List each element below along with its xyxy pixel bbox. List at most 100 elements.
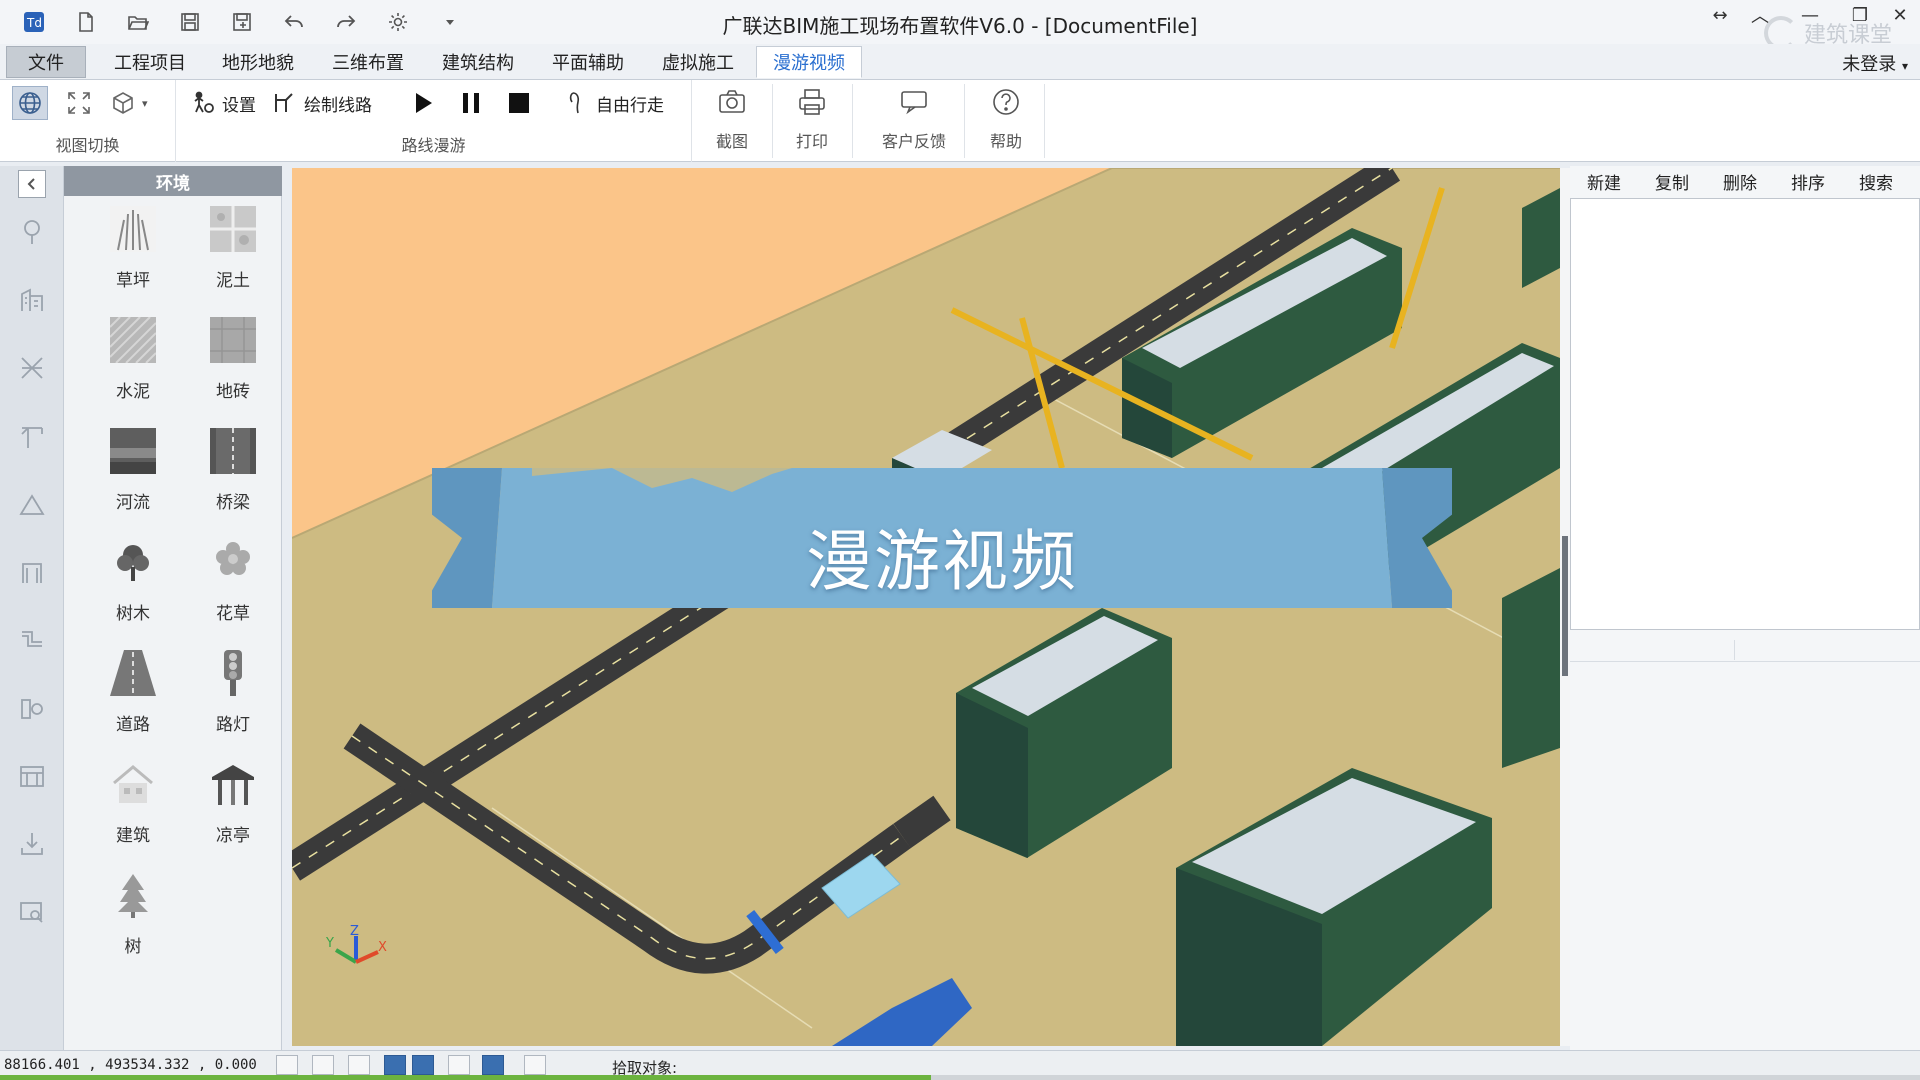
floor-tile-icon: [210, 317, 256, 363]
monitor-chat-icon: [901, 91, 927, 115]
draw-route-button[interactable]: 绘制线路: [272, 86, 372, 120]
login-dropdown-icon: ▾: [1901, 59, 1908, 73]
delete-button[interactable]: 删除: [1706, 169, 1774, 194]
feedback-button[interactable]: 客户反馈: [866, 84, 962, 158]
object-list[interactable]: [1570, 198, 1920, 630]
palette-item-road[interactable]: 道路: [88, 650, 178, 750]
tab-layout3d[interactable]: 三维布置: [316, 46, 420, 78]
pointer-icon[interactable]: [524, 1055, 546, 1075]
free-walk-button[interactable]: 自由行走: [564, 86, 664, 120]
layer-icon[interactable]: [482, 1055, 504, 1075]
close-button[interactable]: ✕: [1880, 0, 1920, 30]
view-cube-dropdown-icon: ▾: [142, 96, 148, 110]
chevron-left-icon: [27, 178, 35, 190]
collapse-ribbon-icon[interactable]: ︿: [1740, 0, 1780, 30]
hill-category-icon[interactable]: [16, 488, 48, 520]
help-icon: [993, 89, 1019, 115]
status-bar: 88166.401 , 493534.332 , 0.000 拾取对象:: [0, 1050, 1920, 1080]
axis-z-label: Z: [350, 924, 359, 939]
globe-view-button[interactable]: [12, 86, 48, 120]
cursor-coordinates: 88166.401 , 493534.332 , 0.000: [4, 1057, 257, 1073]
palette-item-cement[interactable]: 水泥: [88, 317, 178, 417]
draw-route-icon: [275, 93, 293, 112]
footprint-icon: [569, 92, 580, 114]
ortho-icon[interactable]: [348, 1055, 370, 1075]
palette-item-street-lamp[interactable]: 路灯: [188, 650, 278, 750]
title-bar: Td 广联达BIM施工现场布置软件V6.0 - [DocumentFile] 建…: [0, 0, 1920, 50]
fullscreen-button[interactable]: [66, 86, 92, 120]
feedback-label: 客户反馈: [881, 132, 946, 151]
tab-plane-aid[interactable]: 平面辅助: [536, 46, 640, 78]
line-tool-icon[interactable]: [448, 1055, 470, 1075]
search-model-category-icon[interactable]: [16, 896, 48, 928]
tab-file[interactable]: 文件: [6, 46, 86, 78]
soil-icon: [210, 206, 256, 252]
building-category-icon[interactable]: [16, 284, 48, 316]
rotate-tool-icon[interactable]: [384, 1055, 406, 1075]
palette-item-label: 道路: [116, 715, 150, 735]
palette-item-floor-tile[interactable]: 地砖: [188, 317, 278, 417]
pause-button[interactable]: [458, 86, 484, 120]
pine-tree-icon: [118, 874, 148, 918]
road-icon: [110, 650, 156, 696]
snap-point-icon[interactable]: [276, 1055, 298, 1075]
palette-item-pine-tree[interactable]: 树: [88, 872, 178, 972]
ribbon-divider: [964, 84, 965, 158]
material-category-icon[interactable]: [16, 692, 48, 724]
tab-virtual-build[interactable]: 虚拟施工: [646, 46, 750, 78]
settings-button[interactable]: 设置: [190, 86, 256, 120]
street-lamp-icon: [224, 650, 242, 696]
3d-viewport[interactable]: 漫游视频 Z Y X: [292, 168, 1560, 1046]
cement-icon: [110, 317, 156, 363]
new-button[interactable]: 新建: [1570, 169, 1638, 194]
restore-button[interactable]: ❐: [1840, 0, 1880, 30]
fence-category-icon[interactable]: [16, 760, 48, 792]
copy-button[interactable]: 复制: [1638, 169, 1706, 194]
gate-category-icon[interactable]: [16, 556, 48, 588]
property-grid-divider: [1734, 640, 1735, 660]
print-button[interactable]: 打印: [774, 84, 850, 158]
stop-button[interactable]: [506, 86, 532, 120]
palette-item-pavilion[interactable]: 凉亭: [188, 761, 278, 861]
sort-button[interactable]: 排序: [1774, 169, 1842, 194]
environment-category-icon[interactable]: [16, 216, 48, 248]
palette-item-flower[interactable]: 花草: [188, 539, 278, 639]
camera-icon: [719, 90, 745, 113]
scaffold-category-icon[interactable]: [16, 352, 48, 384]
palette-title: 环境: [64, 166, 282, 196]
palette-item-building[interactable]: 建筑: [88, 761, 178, 861]
minimize-button[interactable]: —: [1780, 0, 1840, 30]
palette-item-label: 树: [124, 937, 142, 957]
route-tour-group: 设置 绘制线路 自由行走 路线漫游: [176, 80, 692, 162]
palette-item-bridge[interactable]: 桥梁: [188, 428, 278, 528]
screenshot-button[interactable]: 截图: [694, 84, 770, 158]
help-button[interactable]: 帮助: [968, 84, 1044, 158]
tab-terrain[interactable]: 地形地貌: [206, 46, 310, 78]
splitter-handle[interactable]: [1562, 536, 1568, 676]
login-status[interactable]: 未登录 ▾: [1842, 50, 1908, 76]
tab-project[interactable]: 工程项目: [98, 46, 202, 78]
collapse-panel-button[interactable]: [18, 170, 46, 198]
search-button[interactable]: 搜索: [1842, 169, 1910, 194]
view-cube-button[interactable]: ▾: [110, 86, 148, 120]
palette-item-soil[interactable]: 泥土: [188, 206, 278, 306]
ribbon-divider: [852, 84, 853, 158]
import-category-icon[interactable]: [16, 828, 48, 860]
crane-category-icon[interactable]: [16, 420, 48, 452]
window-controls: ↔ ︿ — ❐ ✕: [1700, 0, 1920, 34]
palette-item-grass[interactable]: 草坪: [88, 206, 178, 306]
palette-item-river[interactable]: 河流: [88, 428, 178, 528]
tab-walkthrough[interactable]: 漫游视频: [756, 46, 862, 78]
grid-icon[interactable]: [312, 1055, 334, 1075]
play-button[interactable]: [410, 86, 436, 120]
settings-label: 设置: [222, 95, 256, 116]
object-list-toolbar: 新建 复制 删除 排序 搜索: [1570, 166, 1920, 196]
select-box-icon[interactable]: [412, 1055, 434, 1075]
viewport-splitter[interactable]: [1560, 168, 1570, 1046]
tab-structure[interactable]: 建筑结构: [426, 46, 530, 78]
title-banner: 漫游视频: [432, 468, 1452, 628]
pipe-category-icon[interactable]: [16, 624, 48, 656]
resize-arrows-icon[interactable]: ↔: [1700, 0, 1740, 30]
palette-item-trees[interactable]: 树木: [88, 539, 178, 639]
palette-item-label: 河流: [116, 493, 150, 513]
